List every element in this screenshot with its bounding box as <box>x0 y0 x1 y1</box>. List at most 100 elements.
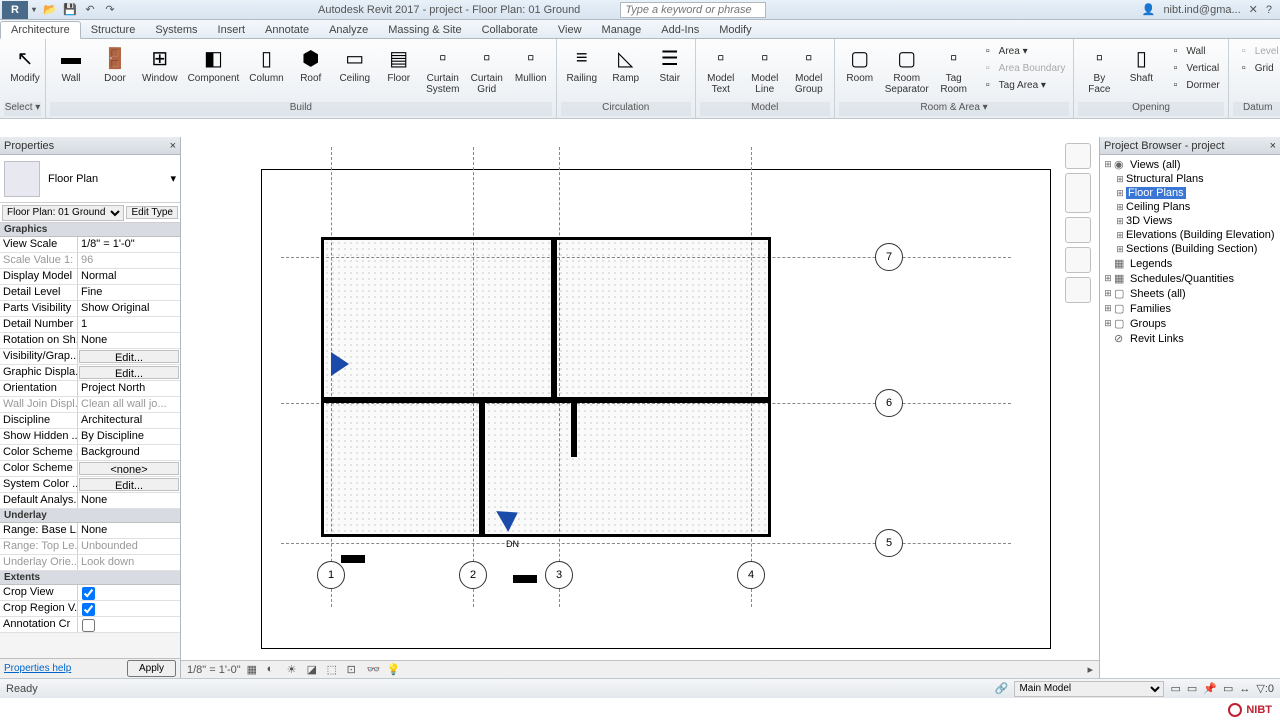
property-row[interactable]: Range: Base L...None <box>0 523 180 539</box>
undo-icon[interactable]: ↶ <box>82 2 98 18</box>
door-button[interactable]: 🚪Door <box>94 41 136 86</box>
property-row[interactable]: Wall Join Displ...Clean all wall jo... <box>0 397 180 413</box>
expand-icon[interactable]: ⊞ <box>1114 216 1126 227</box>
property-row[interactable]: Parts VisibilityShow Original <box>0 301 180 317</box>
worksets-icon[interactable]: 🔗 <box>995 682 1009 695</box>
instance-selector[interactable]: Floor Plan: 01 Ground <box>2 205 124 221</box>
select-pinned-icon[interactable]: 📌 <box>1203 682 1217 695</box>
property-row[interactable]: Color Scheme<none> <box>0 461 180 477</box>
ribbon-tab-collaborate[interactable]: Collaborate <box>472 22 548 38</box>
property-row[interactable]: Crop Region V... <box>0 601 180 617</box>
design-options-select[interactable]: Main Model <box>1014 681 1164 697</box>
property-checkbox[interactable] <box>82 603 95 616</box>
user-label[interactable]: nibt.ind@gma... <box>1163 4 1240 16</box>
property-row[interactable]: Underlay Orie...Look down <box>0 555 180 571</box>
property-row[interactable]: Color Scheme ...Background <box>0 445 180 461</box>
property-row[interactable]: View Scale1/8" = 1'-0" <box>0 237 180 253</box>
ribbon-tab-insert[interactable]: Insert <box>208 22 256 38</box>
interior-wall[interactable] <box>551 397 771 403</box>
help-icon[interactable]: ? <box>1266 4 1272 16</box>
infocenter-search[interactable] <box>620 2 766 18</box>
drawing-area[interactable]: 7 6 5 1 2 3 4 DN 1/8" = 1'-0" ▦ <box>181 137 1099 678</box>
window-button[interactable]: ⊞Window <box>138 41 182 86</box>
property-row[interactable]: Scale Value 1:96 <box>0 253 180 269</box>
property-row[interactable]: Visibility/Grap...Edit... <box>0 349 180 365</box>
property-row[interactable]: Detail Number1 <box>0 317 180 333</box>
property-row[interactable]: Rotation on Sh...None <box>0 333 180 349</box>
shaft-button[interactable]: ▯Shaft <box>1120 41 1162 97</box>
ceiling-button[interactable]: ▭Ceiling <box>334 41 376 86</box>
ribbon-tab-systems[interactable]: Systems <box>145 22 207 38</box>
close-icon[interactable]: × <box>1270 140 1276 152</box>
grid-bubble[interactable]: 6 <box>875 389 903 417</box>
property-row[interactable]: DisciplineArchitectural <box>0 413 180 429</box>
expand-icon[interactable]: ⊞ <box>1114 174 1126 185</box>
modify-button[interactable]: ↖Modify <box>4 41 46 86</box>
tree-node[interactable]: ⊞Elevations (Building Elevation) <box>1102 228 1278 242</box>
property-row[interactable]: Range: Top Le...Unbounded <box>0 539 180 555</box>
room-button[interactable]: ▢RoomSeparator <box>881 41 933 97</box>
tree-node[interactable]: ⊘Revit Links <box>1102 331 1278 346</box>
expand-icon[interactable]: ⊞ <box>1102 288 1114 299</box>
grid-bubble[interactable]: 7 <box>875 243 903 271</box>
ribbon-tab-modify[interactable]: Modify <box>709 22 761 38</box>
property-row[interactable]: System Color ...Edit... <box>0 477 180 493</box>
property-row[interactable]: Graphic Displa...Edit... <box>0 365 180 381</box>
open-icon[interactable]: 📂 <box>42 2 58 18</box>
ribbon-tab-architecture[interactable]: Architecture <box>0 21 81 39</box>
tree-node[interactable]: ⊞Ceiling Plans <box>1102 200 1278 214</box>
interior-wall[interactable] <box>321 397 581 403</box>
grid-bubble[interactable]: 3 <box>545 561 573 589</box>
crop-region-visible-icon[interactable]: ⊡ <box>347 663 361 677</box>
exterior-walls[interactable] <box>321 237 771 537</box>
grid-bubble[interactable]: 4 <box>737 561 765 589</box>
property-row[interactable]: Show Hidden ...By Discipline <box>0 429 180 445</box>
pan-icon[interactable] <box>1065 247 1091 273</box>
tree-node[interactable]: ⊞Floor Plans <box>1102 186 1278 200</box>
select-face-icon[interactable]: ▭ <box>1223 682 1233 695</box>
scroll-right-icon[interactable]: ▸ <box>1087 663 1093 676</box>
steering-wheel-icon[interactable] <box>1065 217 1091 243</box>
expand-icon[interactable]: ⊞ <box>1102 159 1114 170</box>
tree-node[interactable]: ⊞▢Sheets (all) <box>1102 286 1278 301</box>
reveal-hidden-icon[interactable]: 💡 <box>387 663 401 677</box>
curtain-button[interactable]: ▫CurtainSystem <box>422 41 464 97</box>
model-button[interactable]: ▫ModelText <box>700 41 742 97</box>
exchange-icon[interactable]: ✕ <box>1249 3 1258 16</box>
model-button[interactable]: ▫ModelGroup <box>788 41 830 97</box>
tree-node[interactable]: ⊞▢Groups <box>1102 316 1278 331</box>
expand-icon[interactable]: ⊞ <box>1114 188 1126 199</box>
sun-path-icon[interactable]: ☀ <box>287 663 301 677</box>
property-checkbox[interactable] <box>82 619 95 632</box>
close-icon[interactable]: × <box>170 140 176 152</box>
tree-node[interactable]: ⊞▦Schedules/Quantities <box>1102 271 1278 286</box>
property-checkbox[interactable] <box>82 587 95 600</box>
vertical-button[interactable]: ▫Vertical <box>1166 60 1221 76</box>
expand-icon[interactable]: ⊞ <box>1114 230 1126 241</box>
model-button[interactable]: ▫ModelLine <box>744 41 786 97</box>
detail-level-icon[interactable]: ▦ <box>247 663 261 677</box>
grid-bubble[interactable]: 5 <box>875 529 903 557</box>
grid-bubble[interactable]: 1 <box>317 561 345 589</box>
ribbon-tab-view[interactable]: View <box>548 22 592 38</box>
floor-button[interactable]: ▤Floor <box>378 41 420 86</box>
drag-elements-icon[interactable]: ↔ <box>1239 683 1250 695</box>
stair-button[interactable]: ☰Stair <box>649 41 691 86</box>
property-row[interactable]: Default Analys...None <box>0 493 180 509</box>
by-button[interactable]: ▫ByFace <box>1078 41 1120 97</box>
wall-button[interactable]: ▫Wall <box>1166 43 1221 59</box>
properties-help-link[interactable]: Properties help <box>4 663 71 674</box>
ribbon-tab-analyze[interactable]: Analyze <box>319 22 378 38</box>
expand-icon[interactable]: ⊞ <box>1102 318 1114 329</box>
room-button[interactable]: ▢Room <box>839 41 881 97</box>
railing-button[interactable]: ≡Railing <box>561 41 603 86</box>
crop-view-icon[interactable]: ⬚ <box>327 663 341 677</box>
tree-node[interactable]: ⊞Structural Plans <box>1102 172 1278 186</box>
home-icon[interactable] <box>1065 143 1091 169</box>
select-underlay-icon[interactable]: ▭ <box>1187 682 1197 695</box>
property-row[interactable]: Detail LevelFine <box>0 285 180 301</box>
viewcube[interactable] <box>1065 173 1091 213</box>
expand-icon[interactable]: ⊞ <box>1114 202 1126 213</box>
property-row[interactable]: Display ModelNormal <box>0 269 180 285</box>
edit-type-button[interactable]: Edit Type <box>126 206 178 219</box>
